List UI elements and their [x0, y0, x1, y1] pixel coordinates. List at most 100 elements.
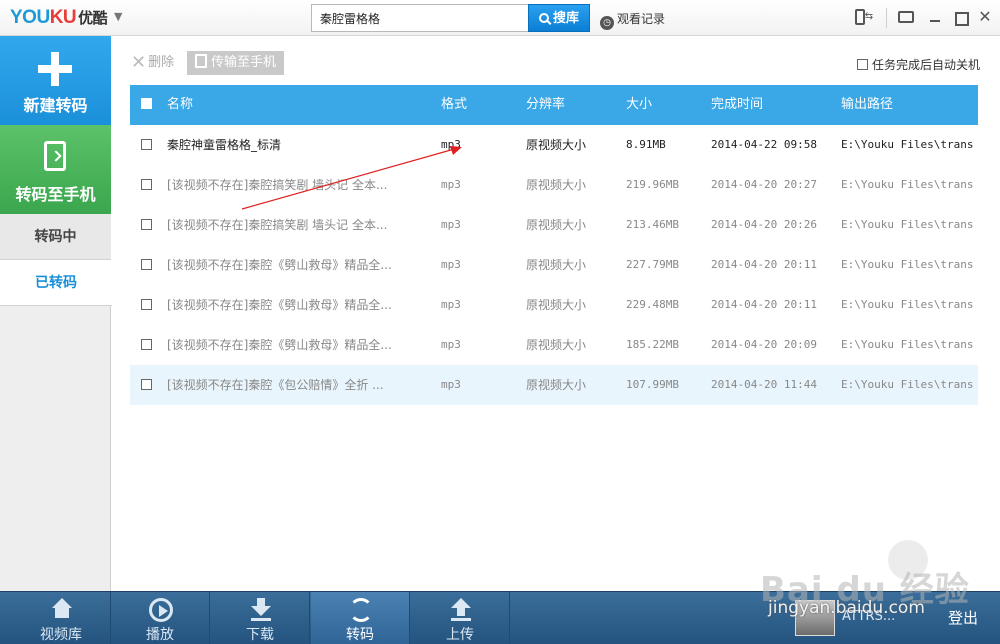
row-checkbox[interactable] — [141, 325, 156, 365]
header-finish-time[interactable]: 完成时间 — [711, 85, 763, 125]
sidebar-item-converted[interactable]: 已转码 — [0, 260, 112, 306]
row-size: 213.46MB — [626, 218, 679, 231]
row-path: E:\Youku Files\trans — [841, 138, 974, 151]
header-format[interactable]: 格式 — [441, 85, 467, 125]
new-conversion-button[interactable]: 新建转码 — [0, 36, 111, 125]
transfer-to-phone-button[interactable]: 传输至手机 — [187, 51, 285, 75]
table-row[interactable]: 秦腔神童雷格格_标清 mp3 原视频大小 8.91MB 2014-04-22 0… — [130, 125, 978, 165]
header-output-path[interactable]: 输出路径 — [841, 85, 978, 125]
row-format: mp3 — [441, 178, 461, 191]
maximize-button[interactable] — [951, 6, 969, 28]
nav-play-label: 播放 — [146, 627, 174, 643]
row-size: 219.96MB — [626, 178, 679, 191]
header-resolution[interactable]: 分辨率 — [526, 85, 565, 125]
phone-sync-icon[interactable]: ⇆ — [848, 6, 880, 28]
nav-convert-label: 转码 — [346, 627, 374, 643]
row-resolution: 原视频大小 — [526, 298, 587, 312]
download-icon — [249, 598, 273, 622]
search-input[interactable] — [311, 4, 529, 32]
row-time: 2014-04-20 20:09 — [711, 338, 817, 351]
row-time: 2014-04-20 11:44 — [711, 378, 817, 391]
upload-icon — [449, 598, 473, 622]
row-name: [该视频不存在]秦腔《劈山救母》精品全... — [167, 258, 392, 272]
table-header: 名称 格式 分辨率 大小 完成时间 输出路径 — [130, 85, 978, 125]
nav-play[interactable]: 播放 — [111, 592, 210, 644]
search-button[interactable]: 搜库 — [528, 4, 590, 32]
delete-label: 删除 — [148, 55, 175, 70]
row-resolution: 原视频大小 — [526, 218, 587, 232]
sidebar-item-converting[interactable]: 转码中 — [0, 214, 111, 260]
logout-link[interactable]: 登出 — [948, 607, 978, 628]
youku-logo[interactable]: YOUKU 优酷 — [10, 7, 108, 29]
row-name: [该视频不存在]秦腔搞笑剧 墙头记 全本... — [167, 218, 388, 232]
row-size: 229.48MB — [626, 298, 679, 311]
table-row[interactable]: [该视频不存在]秦腔《劈山救母》精品全... mp3 原视频大小 185.22M… — [130, 325, 978, 365]
title-bar: YOUKU优酷 ▼ 搜库 ◷观看记录 ⇆ ✕ — [0, 0, 1000, 36]
table-row[interactable]: [该视频不存在]秦腔《劈山救母》精品全... mp3 原视频大小 227.79M… — [130, 245, 978, 285]
play-icon — [149, 598, 173, 622]
row-name: [该视频不存在]秦腔《包公赔情》全折 ... — [167, 378, 384, 392]
baidu-paw-icon — [888, 540, 928, 580]
auto-shutdown-checkbox[interactable] — [856, 59, 868, 70]
row-resolution: 原视频大小 — [526, 378, 587, 392]
row-resolution: 原视频大小 — [526, 138, 587, 152]
close-button[interactable]: ✕ — [976, 6, 994, 28]
delete-button[interactable]: ✕ 删除 — [131, 51, 174, 73]
nav-video-library-label: 视频库 — [40, 627, 82, 643]
search-icon — [538, 13, 549, 23]
row-checkbox[interactable] — [141, 205, 156, 245]
bottom-nav-bar: 视频库 播放 下载 转码 上传 ATTRS... 登出 — [0, 591, 1000, 644]
row-checkbox[interactable] — [141, 365, 156, 405]
row-checkbox[interactable] — [141, 245, 156, 285]
header-size[interactable]: 大小 — [626, 85, 652, 125]
transfer-icon — [195, 54, 207, 68]
minimize-button[interactable] — [926, 6, 944, 28]
row-path: E:\Youku Files\trans — [841, 178, 974, 191]
select-all-checkbox[interactable] — [141, 85, 156, 125]
row-time: 2014-04-20 20:27 — [711, 178, 817, 191]
header-name[interactable]: 名称 — [167, 85, 427, 125]
plus-icon — [38, 52, 72, 86]
row-resolution: 原视频大小 — [526, 258, 587, 272]
row-checkbox[interactable] — [141, 285, 156, 325]
row-name: [该视频不存在]秦腔搞笑剧 墙头记 全本... — [167, 178, 388, 192]
auto-shutdown-option[interactable]: 任务完成后自动关机 — [856, 56, 980, 73]
row-format: mp3 — [441, 338, 461, 351]
row-format: mp3 — [441, 138, 461, 151]
convert-to-phone-button[interactable]: 转码至手机 — [0, 125, 111, 214]
row-size: 227.79MB — [626, 258, 679, 271]
row-path: E:\Youku Files\trans — [841, 218, 974, 231]
delete-icon: ✕ — [131, 52, 147, 73]
watch-history-label: 观看记录 — [617, 12, 666, 26]
table-row[interactable]: [该视频不存在]秦腔搞笑剧 墙头记 全本... mp3 原视频大小 213.46… — [130, 205, 978, 245]
chat-bubble-icon — [898, 11, 914, 23]
toolbar: ✕ 删除 传输至手机 任务完成后自动关机 — [111, 36, 1000, 86]
row-format: mp3 — [441, 218, 461, 231]
sidebar: 新建转码 转码至手机 转码中 已转码 — [0, 36, 112, 591]
divider — [886, 8, 887, 28]
phone-transfer-icon — [44, 141, 66, 171]
clock-icon: ◷ — [600, 16, 614, 30]
watch-history-link[interactable]: ◷ 观看记录 — [600, 10, 665, 30]
nav-video-library[interactable]: 视频库 — [12, 592, 111, 644]
table-row[interactable]: [该视频不存在]秦腔《劈山救母》精品全... mp3 原视频大小 229.48M… — [130, 285, 978, 325]
main-menu-dropdown-icon[interactable]: ▼ — [114, 10, 122, 23]
auto-shutdown-label: 任务完成后自动关机 — [871, 58, 980, 72]
table-row[interactable]: [该视频不存在]秦腔搞笑剧 墙头记 全本... mp3 原视频大小 219.96… — [130, 165, 978, 205]
nav-convert[interactable]: 转码 — [311, 592, 410, 644]
logo-you: YOU — [10, 7, 50, 28]
nav-download-label: 下载 — [246, 627, 274, 643]
row-format: mp3 — [441, 258, 461, 271]
table-row[interactable]: [该视频不存在]秦腔《包公赔情》全折 ... mp3 原视频大小 107.99M… — [130, 365, 978, 405]
nav-upload-label: 上传 — [446, 627, 474, 643]
row-path: E:\Youku Files\trans — [841, 298, 974, 311]
row-checkbox[interactable] — [141, 165, 156, 205]
nav-download[interactable]: 下载 — [211, 592, 310, 644]
row-checkbox[interactable] — [141, 125, 156, 165]
new-conversion-label: 新建转码 — [23, 96, 88, 115]
row-time: 2014-04-20 20:11 — [711, 298, 817, 311]
message-icon[interactable] — [896, 6, 916, 28]
avatar[interactable] — [795, 600, 835, 636]
nav-upload[interactable]: 上传 — [411, 592, 510, 644]
user-name[interactable]: ATTRS... — [842, 609, 895, 624]
